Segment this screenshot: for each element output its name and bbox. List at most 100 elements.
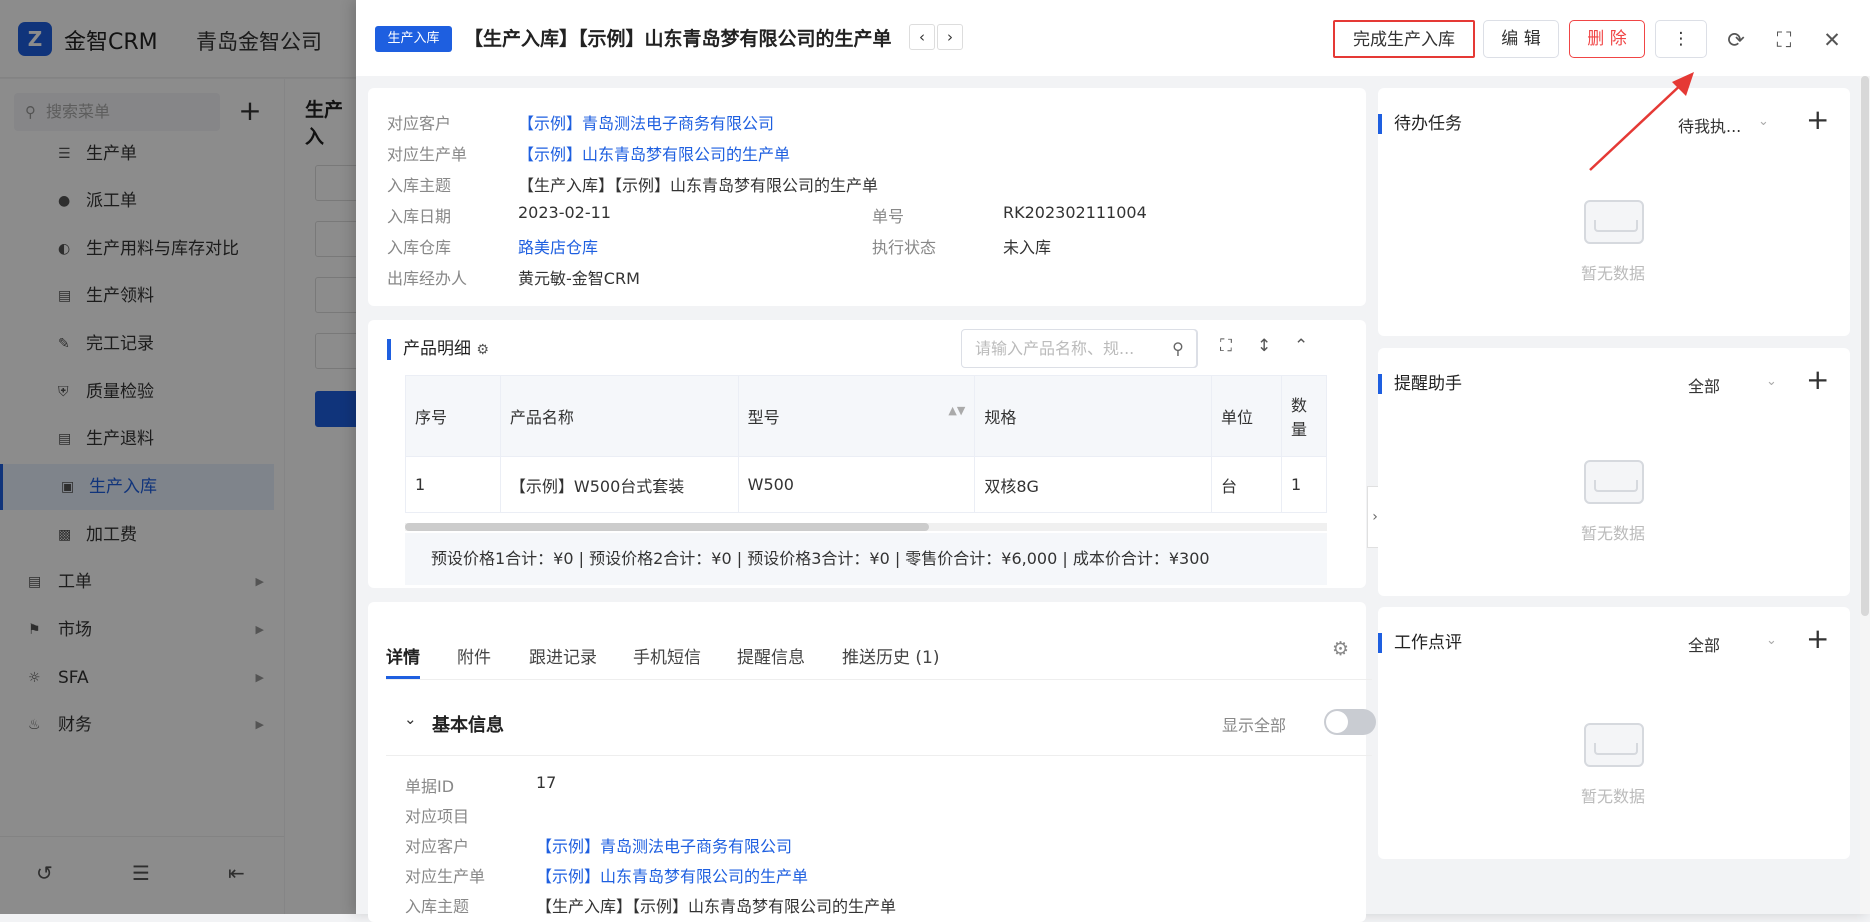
- sort-icon[interactable]: ▲▼: [948, 404, 965, 417]
- tab-follow-up[interactable]: 跟进记录: [529, 643, 597, 668]
- annotation-arrow-head: [1672, 72, 1694, 96]
- cell-index: 1: [405, 456, 501, 513]
- tab-sms[interactable]: 手机短信: [633, 643, 701, 668]
- add-icon[interactable]: +: [1806, 366, 1829, 394]
- empty-inbox-icon: [1584, 460, 1644, 504]
- chevron-down-icon[interactable]: ⌄: [1766, 633, 1777, 648]
- production-order-link[interactable]: 【示例】山东青岛梦有限公司的生产单: [518, 141, 790, 165]
- warehouse-link[interactable]: 路美店仓库: [518, 234, 598, 258]
- table-row: 1 【示例】W500台式套装 W500 双核8G 台 1: [405, 456, 1328, 513]
- panel-filter-select[interactable]: 全部: [1688, 632, 1720, 656]
- column-header-label: 型号: [747, 408, 780, 427]
- handler-value: 黄元敏-金智CRM: [518, 269, 640, 288]
- fullscreen-icon[interactable]: ⛶: [1220, 336, 1232, 356]
- order-number: RK202302111004: [1003, 203, 1147, 222]
- empty-inbox-icon: [1584, 723, 1644, 767]
- detail-tabs-card: 详情 附件 跟进记录 手机短信 提醒信息 推送历史 (1) ⚙ ⌄ 基本信息 显…: [368, 602, 1376, 922]
- record-type-tag: 生产入库: [375, 26, 452, 52]
- summary-card: 对应客户 【示例】青岛测法电子商务有限公司 对应生产单 【示例】山东青岛梦有限公…: [368, 88, 1366, 306]
- column-header: 规格: [974, 375, 1213, 457]
- gear-icon[interactable]: ⚙: [1332, 638, 1349, 660]
- empty-text: 暂无数据: [1581, 524, 1646, 543]
- basic-info-title: 基本信息: [432, 715, 504, 736]
- tab-divider: [386, 679, 1372, 680]
- reminder-assistant-panel: 提醒助手 全部 ⌄ + 暂无数据: [1378, 348, 1850, 596]
- row-height-icon[interactable]: ↕: [1257, 336, 1271, 356]
- column-header: 单位: [1211, 375, 1282, 457]
- delete-button[interactable]: 删 除: [1569, 20, 1645, 58]
- field-label: 对应客户: [405, 837, 470, 856]
- cell-model: W500: [737, 456, 976, 513]
- panel-filter-select[interactable]: 全部: [1688, 373, 1720, 397]
- annotation-arrow-line: [1589, 79, 1687, 171]
- field-label: 入库仓库: [387, 238, 452, 257]
- edit-button[interactable]: 编 辑: [1483, 20, 1559, 58]
- production-order-link[interactable]: 【示例】山东青岛梦有限公司的生产单: [536, 863, 808, 887]
- refresh-icon[interactable]: ⟳: [1722, 26, 1750, 54]
- tab-attachments[interactable]: 附件: [457, 643, 491, 668]
- fullscreen-icon[interactable]: ⛶: [1770, 26, 1798, 54]
- field-label: 单据ID: [405, 777, 455, 796]
- product-name-link[interactable]: 【示例】W500台式套装: [499, 456, 739, 513]
- empty-inbox-icon: [1584, 200, 1644, 244]
- tab-reminders[interactable]: 提醒信息: [737, 643, 805, 668]
- show-all-label: 显示全部: [1222, 716, 1287, 735]
- scrollbar-thumb[interactable]: [1861, 76, 1869, 616]
- field-label: 执行状态: [872, 238, 937, 257]
- column-header: 产品名称: [499, 375, 739, 457]
- modal-overlay[interactable]: [0, 0, 356, 914]
- panel-title: 提醒助手: [1378, 374, 1462, 394]
- more-actions-button[interactable]: ⋮: [1655, 20, 1707, 58]
- product-section-title-text: 产品明细: [403, 339, 471, 359]
- field-label: 出库经办人: [387, 269, 468, 288]
- empty-text: 暂无数据: [1581, 264, 1646, 283]
- annotation-arrow-icon: [1589, 72, 1694, 171]
- panel-title: 待办任务: [1378, 114, 1462, 134]
- gear-icon[interactable]: ⚙: [476, 342, 489, 358]
- execution-status: 未入库: [1003, 238, 1052, 257]
- tab-details[interactable]: 详情: [386, 643, 420, 668]
- price-totals: 预设价格1合计：¥0 | 预设价格2合计：¥0 | 预设价格3合计：¥0 | 零…: [405, 533, 1327, 585]
- drawer-header: 生产入库 【生产入库】【示例】山东青岛梦有限公司的生产单 ‹ › 完成生产入库 …: [356, 0, 1870, 76]
- inbound-subject: 【生产入库】【示例】山东青岛梦有限公司的生产单: [518, 176, 879, 195]
- show-all-toggle[interactable]: [1324, 709, 1376, 735]
- chevron-down-icon[interactable]: ⌄: [1766, 374, 1777, 389]
- product-section-title: 产品明细 ⚙: [387, 339, 489, 360]
- inbound-subject: 【生产入库】【示例】山东青岛梦有限公司的生产单: [536, 897, 897, 916]
- add-icon[interactable]: +: [1806, 106, 1829, 134]
- empty-text: 暂无数据: [1581, 787, 1646, 806]
- scrollbar-thumb[interactable]: [405, 523, 929, 531]
- prev-record-button[interactable]: ‹: [909, 24, 935, 50]
- inbound-date: 2023-02-11: [518, 203, 611, 222]
- search-icon[interactable]: ⚲: [1159, 329, 1198, 368]
- basic-info-header[interactable]: ⌄ 基本信息 显示全部: [386, 690, 1376, 756]
- add-icon[interactable]: +: [1806, 625, 1829, 653]
- complete-inbound-button[interactable]: 完成生产入库: [1333, 20, 1475, 58]
- field-label: 入库主题: [405, 897, 470, 916]
- tab-push-history[interactable]: 推送历史 (1): [842, 643, 939, 668]
- next-record-button[interactable]: ›: [937, 24, 963, 50]
- work-review-panel: 工作点评 全部 ⌄ + 暂无数据: [1378, 607, 1850, 859]
- cell-unit: 台: [1211, 456, 1282, 513]
- field-label: 对应生产单: [387, 145, 468, 164]
- column-header[interactable]: 型号 ▲▼: [737, 375, 976, 457]
- field-label: 单号: [872, 207, 905, 226]
- chevron-up-icon[interactable]: ⌃: [1294, 336, 1308, 356]
- field-label: 入库日期: [387, 207, 452, 226]
- field-label: 入库主题: [387, 176, 452, 195]
- record-title: 【生产入库】【示例】山东青岛梦有限公司的生产单: [464, 28, 892, 50]
- product-table: 序号 产品名称 型号 ▲▼ 规格 单位 数量 1 【示例】W500台式套装 W50…: [405, 375, 1328, 513]
- customer-link[interactable]: 【示例】青岛测法电子商务有限公司: [536, 833, 792, 857]
- cell-qty: 1: [1280, 456, 1328, 513]
- chevron-down-icon[interactable]: ⌄: [1758, 114, 1769, 129]
- close-icon[interactable]: ✕: [1818, 26, 1846, 54]
- customer-link[interactable]: 【示例】青岛测法电子商务有限公司: [518, 110, 774, 134]
- table-horizontal-scrollbar[interactable]: [405, 523, 1327, 531]
- chevron-down-icon[interactable]: ⌄: [404, 710, 417, 728]
- panel-title: 工作点评: [1378, 633, 1462, 653]
- document-id: 17: [536, 773, 557, 792]
- drawer-vertical-scrollbar[interactable]: [1860, 76, 1870, 914]
- field-label: 对应客户: [387, 114, 452, 133]
- detail-drawer: 生产入库 【生产入库】【示例】山东青岛梦有限公司的生产单 ‹ › 完成生产入库 …: [356, 0, 1870, 922]
- table-header-row: 序号 产品名称 型号 ▲▼ 规格 单位 数量: [405, 375, 1328, 457]
